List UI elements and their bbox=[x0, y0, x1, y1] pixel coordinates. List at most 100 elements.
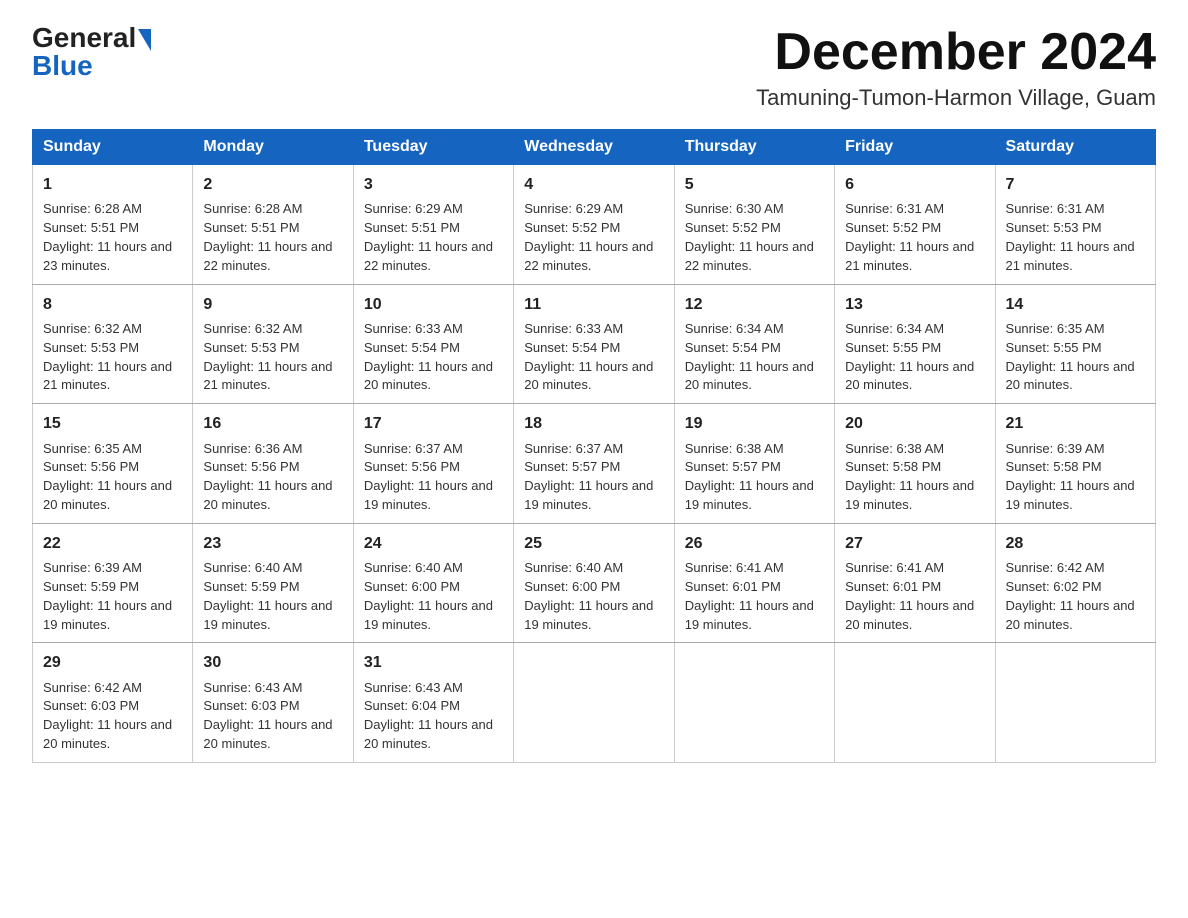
day-number: 4 bbox=[524, 173, 663, 196]
day-info: Sunrise: 6:38 AMSunset: 5:58 PMDaylight:… bbox=[845, 440, 984, 515]
calendar-cell: 30 Sunrise: 6:43 AMSunset: 6:03 PMDayligh… bbox=[193, 643, 353, 763]
logo-text-blue: Blue bbox=[32, 50, 93, 81]
weekday-header-friday: Friday bbox=[835, 130, 995, 165]
day-info: Sunrise: 6:43 AMSunset: 6:03 PMDaylight:… bbox=[203, 679, 342, 754]
calendar-cell: 8Sunrise: 6:32 AMSunset: 5:53 PMDaylight… bbox=[33, 284, 193, 404]
day-number: 7 bbox=[1006, 173, 1145, 196]
day-number: 16 bbox=[203, 412, 342, 435]
calendar-cell: 9Sunrise: 6:32 AMSunset: 5:53 PMDaylight… bbox=[193, 284, 353, 404]
day-info: Sunrise: 6:41 AMSunset: 6:01 PMDaylight:… bbox=[685, 559, 824, 634]
calendar-cell: 19 Sunrise: 6:38 AMSunset: 5:57 PMDayligh… bbox=[674, 404, 834, 524]
page-header: General Blue December 2024 Tamuning-Tumo… bbox=[32, 24, 1156, 111]
day-info: Sunrise: 6:42 AMSunset: 6:03 PMDaylight:… bbox=[43, 679, 182, 754]
day-number: 14 bbox=[1006, 293, 1145, 316]
calendar-cell: 24Sunrise: 6:40 AMSunset: 6:00 PMDayligh… bbox=[353, 523, 513, 643]
day-info: Sunrise: 6:40 AMSunset: 5:59 PMDaylight:… bbox=[203, 559, 342, 634]
calendar-cell: 5 Sunrise: 6:30 AMSunset: 5:52 PMDaylight… bbox=[674, 165, 834, 285]
day-number: 30 bbox=[203, 651, 342, 674]
day-info: Sunrise: 6:32 AMSunset: 5:53 PMDaylight:… bbox=[43, 320, 182, 395]
day-number: 5 bbox=[685, 173, 824, 196]
calendar-cell: 13 Sunrise: 6:34 AMSunset: 5:55 PMDayligh… bbox=[835, 284, 995, 404]
day-number: 10 bbox=[364, 293, 503, 316]
day-number: 15 bbox=[43, 412, 182, 435]
calendar-cell: 16 Sunrise: 6:36 AMSunset: 5:56 PMDayligh… bbox=[193, 404, 353, 524]
day-info: Sunrise: 6:39 AMSunset: 5:58 PMDaylight:… bbox=[1006, 440, 1145, 515]
logo-text-general: General bbox=[32, 24, 136, 52]
calendar-cell: 11Sunrise: 6:33 AMSunset: 5:54 PMDayligh… bbox=[514, 284, 674, 404]
day-number: 25 bbox=[524, 532, 663, 555]
day-number: 18 bbox=[524, 412, 663, 435]
day-info: Sunrise: 6:36 AMSunset: 5:56 PMDaylight:… bbox=[203, 440, 342, 515]
calendar-cell: 10 Sunrise: 6:33 AMSunset: 5:54 PMDayligh… bbox=[353, 284, 513, 404]
weekday-header-row: SundayMondayTuesdayWednesdayThursdayFrid… bbox=[33, 130, 1156, 165]
calendar-cell: 25 Sunrise: 6:40 AMSunset: 6:00 PMDayligh… bbox=[514, 523, 674, 643]
day-number: 22 bbox=[43, 532, 182, 555]
day-info: Sunrise: 6:40 AMSunset: 6:00 PMDaylight:… bbox=[364, 559, 503, 634]
day-info: Sunrise: 6:41 AMSunset: 6:01 PMDaylight:… bbox=[845, 559, 984, 634]
calendar-cell: 20 Sunrise: 6:38 AMSunset: 5:58 PMDayligh… bbox=[835, 404, 995, 524]
day-info: Sunrise: 6:29 AMSunset: 5:51 PMDaylight:… bbox=[364, 200, 503, 275]
weekday-header-monday: Monday bbox=[193, 130, 353, 165]
calendar-cell bbox=[995, 643, 1155, 763]
day-number: 9 bbox=[203, 293, 342, 316]
day-number: 1 bbox=[43, 173, 182, 196]
calendar-cell: 3 Sunrise: 6:29 AMSunset: 5:51 PMDaylight… bbox=[353, 165, 513, 285]
day-number: 2 bbox=[203, 173, 342, 196]
day-number: 20 bbox=[845, 412, 984, 435]
location-title: Tamuning-Tumon-Harmon Village, Guam bbox=[756, 85, 1156, 111]
calendar-week-row: 22Sunrise: 6:39 AMSunset: 5:59 PMDayligh… bbox=[33, 523, 1156, 643]
calendar-week-row: 29 Sunrise: 6:42 AMSunset: 6:03 PMDayligh… bbox=[33, 643, 1156, 763]
day-info: Sunrise: 6:35 AMSunset: 5:56 PMDaylight:… bbox=[43, 440, 182, 515]
day-info: Sunrise: 6:33 AMSunset: 5:54 PMDaylight:… bbox=[364, 320, 503, 395]
weekday-header-sunday: Sunday bbox=[33, 130, 193, 165]
calendar-week-row: 15 Sunrise: 6:35 AMSunset: 5:56 PMDayligh… bbox=[33, 404, 1156, 524]
day-info: Sunrise: 6:35 AMSunset: 5:55 PMDaylight:… bbox=[1006, 320, 1145, 395]
calendar-cell: 17Sunrise: 6:37 AMSunset: 5:56 PMDayligh… bbox=[353, 404, 513, 524]
day-info: Sunrise: 6:31 AMSunset: 5:52 PMDaylight:… bbox=[845, 200, 984, 275]
calendar-cell: 15 Sunrise: 6:35 AMSunset: 5:56 PMDayligh… bbox=[33, 404, 193, 524]
title-area: December 2024 Tamuning-Tumon-Harmon Vill… bbox=[756, 24, 1156, 111]
day-info: Sunrise: 6:37 AMSunset: 5:57 PMDaylight:… bbox=[524, 440, 663, 515]
calendar-cell bbox=[835, 643, 995, 763]
calendar-table: SundayMondayTuesdayWednesdayThursdayFrid… bbox=[32, 129, 1156, 763]
calendar-cell bbox=[514, 643, 674, 763]
day-info: Sunrise: 6:28 AMSunset: 5:51 PMDaylight:… bbox=[43, 200, 182, 275]
calendar-cell: 28Sunrise: 6:42 AMSunset: 6:02 PMDayligh… bbox=[995, 523, 1155, 643]
day-info: Sunrise: 6:40 AMSunset: 6:00 PMDaylight:… bbox=[524, 559, 663, 634]
day-info: Sunrise: 6:34 AMSunset: 5:54 PMDaylight:… bbox=[685, 320, 824, 395]
day-info: Sunrise: 6:43 AMSunset: 6:04 PMDaylight:… bbox=[364, 679, 503, 754]
day-number: 21 bbox=[1006, 412, 1145, 435]
day-number: 29 bbox=[43, 651, 182, 674]
calendar-cell: 14 Sunrise: 6:35 AMSunset: 5:55 PMDayligh… bbox=[995, 284, 1155, 404]
calendar-cell bbox=[674, 643, 834, 763]
day-info: Sunrise: 6:33 AMSunset: 5:54 PMDaylight:… bbox=[524, 320, 663, 395]
day-number: 23 bbox=[203, 532, 342, 555]
calendar-cell: 26 Sunrise: 6:41 AMSunset: 6:01 PMDayligh… bbox=[674, 523, 834, 643]
day-number: 12 bbox=[685, 293, 824, 316]
weekday-header-tuesday: Tuesday bbox=[353, 130, 513, 165]
day-info: Sunrise: 6:30 AMSunset: 5:52 PMDaylight:… bbox=[685, 200, 824, 275]
day-info: Sunrise: 6:28 AMSunset: 5:51 PMDaylight:… bbox=[203, 200, 342, 275]
day-number: 13 bbox=[845, 293, 984, 316]
day-number: 17 bbox=[364, 412, 503, 435]
calendar-cell: 1 Sunrise: 6:28 AMSunset: 5:51 PMDaylight… bbox=[33, 165, 193, 285]
logo-triangle-icon bbox=[138, 29, 151, 51]
calendar-cell: 6Sunrise: 6:31 AMSunset: 5:52 PMDaylight… bbox=[835, 165, 995, 285]
calendar-cell: 29 Sunrise: 6:42 AMSunset: 6:03 PMDayligh… bbox=[33, 643, 193, 763]
weekday-header-saturday: Saturday bbox=[995, 130, 1155, 165]
calendar-week-row: 8Sunrise: 6:32 AMSunset: 5:53 PMDaylight… bbox=[33, 284, 1156, 404]
calendar-cell: 21 Sunrise: 6:39 AMSunset: 5:58 PMDayligh… bbox=[995, 404, 1155, 524]
logo: General Blue bbox=[32, 24, 151, 80]
calendar-cell: 2 Sunrise: 6:28 AMSunset: 5:51 PMDaylight… bbox=[193, 165, 353, 285]
day-number: 26 bbox=[685, 532, 824, 555]
day-info: Sunrise: 6:42 AMSunset: 6:02 PMDaylight:… bbox=[1006, 559, 1145, 634]
day-info: Sunrise: 6:38 AMSunset: 5:57 PMDaylight:… bbox=[685, 440, 824, 515]
day-info: Sunrise: 6:34 AMSunset: 5:55 PMDaylight:… bbox=[845, 320, 984, 395]
day-number: 3 bbox=[364, 173, 503, 196]
month-title: December 2024 bbox=[756, 24, 1156, 81]
calendar-cell: 12 Sunrise: 6:34 AMSunset: 5:54 PMDayligh… bbox=[674, 284, 834, 404]
calendar-cell: 7 Sunrise: 6:31 AMSunset: 5:53 PMDaylight… bbox=[995, 165, 1155, 285]
day-number: 19 bbox=[685, 412, 824, 435]
day-info: Sunrise: 6:31 AMSunset: 5:53 PMDaylight:… bbox=[1006, 200, 1145, 275]
calendar-cell: 18 Sunrise: 6:37 AMSunset: 5:57 PMDayligh… bbox=[514, 404, 674, 524]
